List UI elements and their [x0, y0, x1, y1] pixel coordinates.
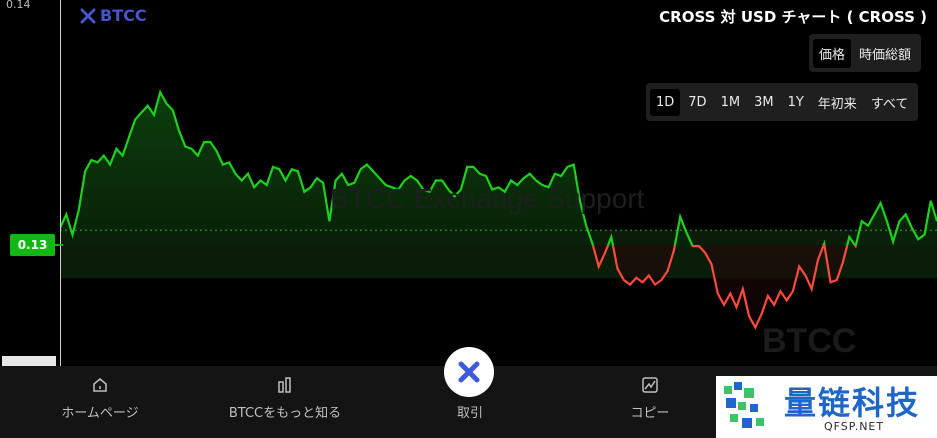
- range-toggle: 1D 7D 1M 3M 1Y 年初来 すべて: [646, 83, 919, 121]
- btcc-logo: BTCC: [80, 6, 147, 25]
- trade-button[interactable]: [444, 347, 494, 397]
- logo-text: BTCC: [100, 6, 147, 25]
- y-axis: 0.14: [0, 0, 61, 366]
- qfsp-logo-icon: [724, 382, 764, 428]
- y-tick-top: 0.14: [6, 0, 31, 11]
- btcc-logo-icon: [80, 8, 96, 23]
- home-icon: [93, 378, 107, 392]
- current-price-dash: [55, 244, 63, 246]
- nav-about-label: BTCCをもっと知る: [228, 406, 342, 421]
- y-tick-bottom-label: [2, 356, 56, 366]
- nav-about[interactable]: BTCCをもっと知る: [215, 376, 355, 421]
- toggle-price[interactable]: 価格: [813, 38, 852, 68]
- nav-copy-label: コピー: [630, 406, 670, 421]
- badge-name: 量链科技: [784, 384, 921, 422]
- trade-x-icon: [458, 361, 480, 383]
- nav-home-label: ホームページ: [61, 406, 139, 421]
- badge-sub: QFSP.NET: [824, 420, 885, 433]
- info-bars-icon: [278, 377, 291, 393]
- copy-chart-icon: [642, 377, 658, 393]
- metric-toggle: 価格 時価総額: [809, 34, 922, 72]
- nav-copy[interactable]: コピー: [580, 376, 720, 421]
- range-ytd[interactable]: 年初来: [812, 87, 863, 118]
- current-price-tag: 0.13: [10, 234, 55, 256]
- watermark-center: BTCC Exchange Support: [330, 183, 645, 214]
- range-1y[interactable]: 1Y: [782, 89, 810, 116]
- chart-page: BTCC Exchange Support BTCC 0.14 0.13 BTC…: [0, 0, 937, 438]
- chart-title: CROSS 対 USD チャート ( CROSS ): [659, 8, 927, 26]
- watermark-bottom-right: BTCC: [762, 322, 857, 360]
- trade-label: 取引: [456, 406, 483, 421]
- qfsp-badge: 量链科技 QFSP.NET: [716, 376, 937, 438]
- range-7d[interactable]: 7D: [682, 89, 712, 116]
- range-1m[interactable]: 1M: [715, 89, 747, 116]
- range-1d[interactable]: 1D: [650, 88, 681, 116]
- range-all[interactable]: すべて: [865, 87, 915, 118]
- range-3m[interactable]: 3M: [748, 89, 780, 116]
- nav-home[interactable]: ホームページ: [30, 376, 170, 421]
- toggle-market-cap[interactable]: 時価総額: [853, 39, 917, 68]
